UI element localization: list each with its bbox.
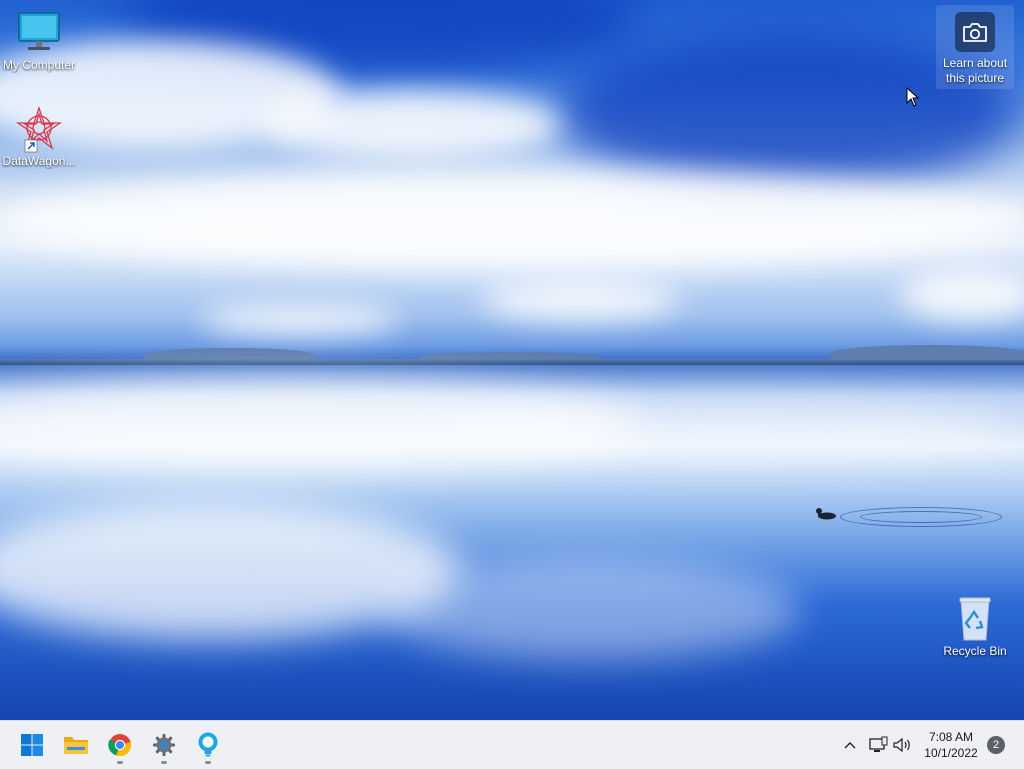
datawagon-app-icon — [15, 106, 63, 153]
water-ripple — [860, 511, 982, 523]
desktop-icon-label: DataWagon... — [2, 154, 76, 168]
monitor-icon — [18, 12, 60, 50]
speaker-icon — [893, 737, 910, 753]
cloud — [200, 305, 400, 335]
chrome-icon — [108, 734, 131, 757]
running-indicator — [117, 761, 123, 764]
cloud-reflection — [380, 560, 800, 660]
cloud — [480, 280, 680, 320]
show-hidden-icons-button[interactable] — [838, 733, 862, 757]
desktop-icon-label: Recycle Bin — [943, 644, 1007, 658]
mouse-cursor-icon — [906, 87, 920, 107]
horizon-line — [0, 359, 1024, 365]
desktop-icon-datawagon[interactable]: DataWagon... — [1, 106, 77, 169]
taskbar: 7:08 AM 10/1/2022 2 — [0, 720, 1024, 769]
camera-icon — [963, 23, 987, 42]
running-indicator — [161, 761, 167, 764]
recycle-bin-icon — [959, 597, 991, 641]
learn-about-picture-button[interactable]: Learn about this picture — [936, 5, 1014, 89]
taskbar-file-explorer[interactable] — [56, 725, 96, 765]
chevron-up-icon — [844, 742, 856, 749]
volume-button[interactable] — [890, 733, 914, 757]
taskbar-chrome[interactable] — [100, 725, 140, 765]
taskbar-settings[interactable] — [144, 725, 184, 765]
cloud — [900, 270, 1024, 320]
folder-icon — [64, 737, 88, 754]
camera-icon-frame — [955, 12, 995, 52]
desktop-icon-my-computer[interactable]: My Computer — [1, 10, 77, 73]
spotlight-label-line2: this picture — [945, 71, 1005, 85]
start-button[interactable] — [12, 725, 52, 765]
clock-date: 10/1/2022 — [924, 746, 978, 760]
cloud-reflection — [450, 400, 1010, 460]
clock-time: 7:08 AM — [928, 730, 974, 744]
gear-icon — [153, 734, 175, 756]
lightbulb-icon — [198, 732, 218, 757]
notification-badge[interactable]: 2 — [987, 736, 1005, 754]
desktop-icon-label: My Computer — [2, 58, 76, 72]
running-indicator — [205, 761, 211, 764]
network-icon — [869, 736, 888, 752]
desktop-wallpaper: My Computer DataWagon... Recycle Bin Lea… — [0, 0, 1024, 720]
taskbar-bulb-app[interactable] — [188, 725, 228, 765]
desktop-icon-recycle-bin[interactable]: Recycle Bin — [937, 596, 1013, 659]
spotlight-label-line1: Learn about — [942, 56, 1008, 70]
clock-button[interactable]: 7:08 AM 10/1/2022 — [918, 729, 984, 761]
network-button[interactable] — [866, 733, 890, 757]
duck-silhouette — [816, 508, 836, 520]
cloud — [260, 90, 560, 160]
cloud — [0, 170, 1024, 270]
windows-start-icon — [21, 734, 43, 756]
